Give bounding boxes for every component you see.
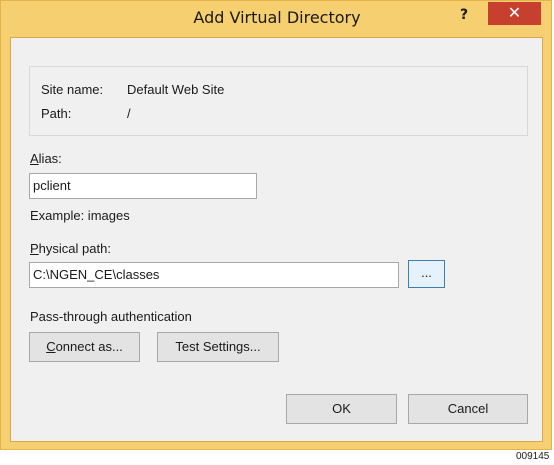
alias-label-rest: lias: bbox=[38, 151, 62, 166]
help-button[interactable]: ? bbox=[447, 4, 481, 26]
site-name-value: Default Web Site bbox=[127, 82, 225, 97]
connect-as-mnemonic: C bbox=[46, 339, 56, 354]
dialog-client-area: Site name: Default Web Site Path: / Alia… bbox=[10, 37, 543, 442]
cancel-button[interactable]: Cancel bbox=[408, 394, 528, 424]
physical-path-input[interactable]: C:\NGEN_CE\classes bbox=[29, 262, 399, 288]
site-info-box: Site name: Default Web Site Path: / bbox=[29, 66, 528, 136]
connect-as-rest: onnect as... bbox=[55, 339, 123, 354]
physical-path-label-rest: hysical path: bbox=[38, 241, 111, 256]
title-bar[interactable]: Add Virtual Directory ? ✕ bbox=[1, 1, 553, 37]
browse-button[interactable]: ... bbox=[408, 260, 445, 288]
figure-id: 009145 bbox=[516, 451, 550, 462]
site-name-label: Site name: bbox=[41, 82, 104, 97]
alias-input[interactable]: pclient bbox=[29, 173, 257, 199]
physical-path-label: Physical path: bbox=[30, 241, 111, 256]
dialog-window: Add Virtual Directory ? ✕ Site name: Def… bbox=[0, 0, 552, 450]
connect-as-button[interactable]: Connect as... bbox=[29, 332, 140, 362]
pass-through-auth-label: Pass-through authentication bbox=[30, 309, 192, 324]
close-icon: ✕ bbox=[507, 3, 522, 22]
alias-label-mnemonic: A bbox=[30, 151, 39, 166]
path-value: / bbox=[127, 106, 131, 121]
close-button[interactable]: ✕ bbox=[488, 2, 541, 25]
physical-path-label-mnemonic: P bbox=[30, 241, 39, 256]
test-settings-button[interactable]: Test Settings... bbox=[157, 332, 279, 362]
path-label: Path: bbox=[41, 106, 72, 121]
alias-example: Example: images bbox=[30, 208, 130, 223]
alias-label: Alias: bbox=[30, 151, 62, 166]
ok-button[interactable]: OK bbox=[286, 394, 397, 424]
